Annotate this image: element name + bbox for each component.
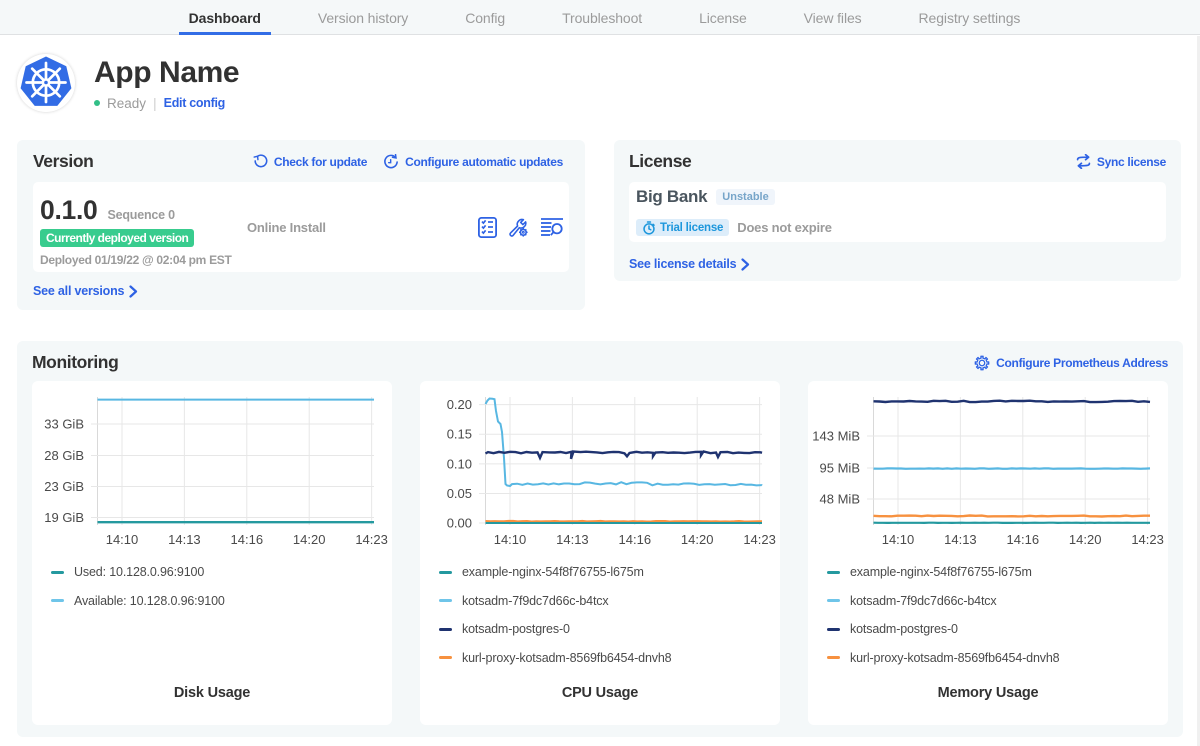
svg-text:0.10: 0.10 [447,456,472,471]
svg-text:95 MiB: 95 MiB [820,461,860,476]
svg-text:0.20: 0.20 [447,397,472,412]
svg-text:14:20: 14:20 [293,532,326,547]
svg-text:14:23: 14:23 [1131,532,1164,547]
svg-text:143 MiB: 143 MiB [812,429,860,444]
svg-text:14:16: 14:16 [1007,532,1040,547]
svg-text:14:20: 14:20 [681,532,714,547]
svg-text:14:13: 14:13 [556,532,589,547]
svg-text:0.05: 0.05 [447,486,472,501]
svg-text:0.15: 0.15 [447,427,472,442]
svg-text:0.00: 0.00 [447,516,472,531]
svg-text:14:13: 14:13 [168,532,201,547]
svg-text:48 MiB: 48 MiB [820,492,860,507]
svg-text:14:23: 14:23 [355,532,388,547]
svg-text:14:10: 14:10 [494,532,527,547]
svg-text:33 GiB: 33 GiB [44,417,84,432]
svg-text:14:16: 14:16 [619,532,652,547]
svg-text:14:13: 14:13 [944,532,977,547]
svg-text:14:23: 14:23 [743,532,776,547]
svg-text:14:10: 14:10 [106,532,139,547]
svg-text:14:10: 14:10 [882,532,915,547]
svg-text:23 GiB: 23 GiB [44,479,84,494]
svg-text:14:16: 14:16 [231,532,264,547]
svg-text:19 GiB: 19 GiB [44,510,84,525]
svg-text:28 GiB: 28 GiB [44,448,84,463]
svg-text:14:20: 14:20 [1069,532,1102,547]
